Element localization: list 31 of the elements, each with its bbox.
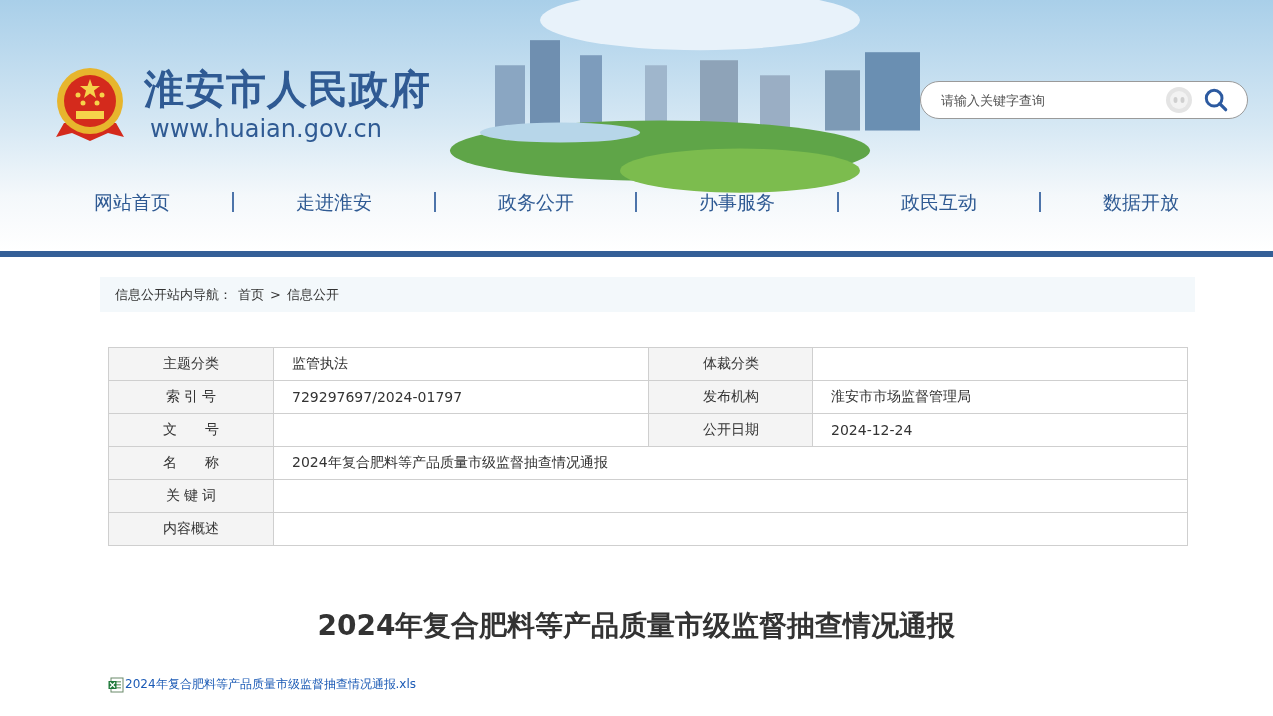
table-label-cell: 内容概述 bbox=[108, 512, 274, 546]
nav-link[interactable]: 走进淮安 bbox=[295, 189, 372, 215]
attachment-link[interactable]: 2024年复合肥料等产品质量市级监督抽查情况通报.xls bbox=[125, 676, 417, 693]
search-field[interactable]: 请输入关键字查询 bbox=[920, 81, 1248, 119]
spreadsheet-file-icon bbox=[108, 676, 124, 693]
nav-link[interactable]: 数据开放 bbox=[1103, 189, 1180, 215]
table-label-cell: 体裁分类 bbox=[648, 347, 813, 381]
nav-link[interactable]: 政务公开 bbox=[497, 189, 574, 215]
site-url: www.huaian.gov.cn bbox=[150, 114, 383, 145]
table-label-cell: 名 称 bbox=[108, 446, 274, 480]
table-cell: 2024年复合肥料等产品质量市级监督抽查情况通报 bbox=[273, 446, 1188, 480]
table-cell: 淮安市市场监督管理局 bbox=[812, 380, 1188, 414]
site-name: 淮安市人民政府 bbox=[144, 65, 431, 113]
table-label-cell: 关 键 词 bbox=[108, 479, 274, 513]
search-icon[interactable] bbox=[1204, 88, 1228, 112]
table-label-cell: 索 引 号 bbox=[108, 380, 274, 414]
table-label-cell: 主题分类 bbox=[108, 347, 274, 381]
nav-link[interactable]: 政民互动 bbox=[901, 189, 978, 215]
breadcrumb-label: 信息公开站内导航： bbox=[115, 285, 232, 304]
table-label-cell: 公开日期 bbox=[648, 413, 813, 447]
table-label-cell: 文 号 bbox=[108, 413, 274, 447]
nav-link[interactable]: 网站首页 bbox=[93, 189, 170, 215]
breadcrumb-separator: > bbox=[270, 287, 281, 302]
article-title: 2024年复合肥料等产品质量市级监督抽查情况通报 bbox=[316, 608, 957, 644]
table-cell: 729297697/2024-01797 bbox=[273, 380, 649, 414]
table-cell: 监管执法 bbox=[273, 347, 649, 381]
breadcrumb-link[interactable]: 首页 bbox=[238, 285, 264, 304]
table-label-cell: 发布机构 bbox=[648, 380, 813, 414]
breadcrumb-link[interactable]: 信息公开 bbox=[286, 285, 339, 304]
table-cell: 2024-12-24 bbox=[812, 413, 1188, 447]
nav-link[interactable]: 办事服务 bbox=[699, 189, 776, 215]
